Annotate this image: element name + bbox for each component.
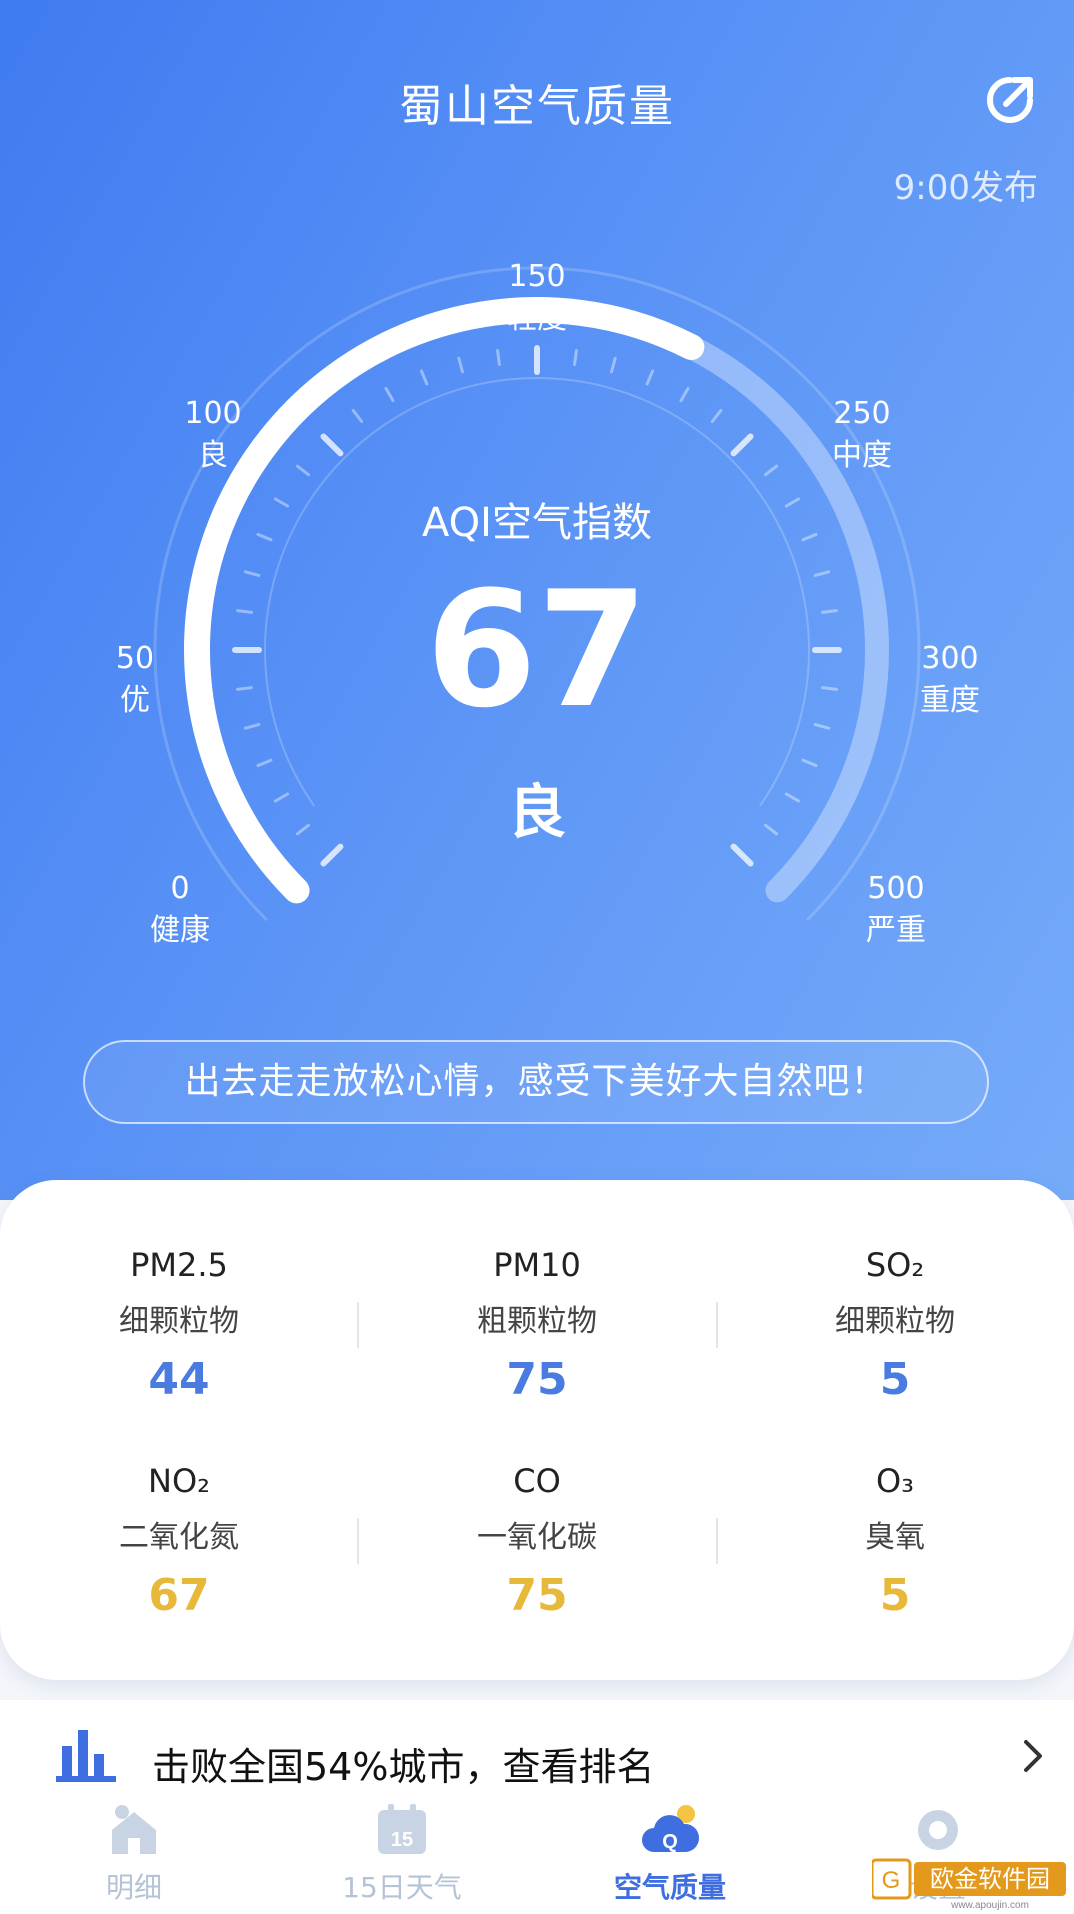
gauge-minor-tick <box>496 349 501 366</box>
chevron-right-icon <box>1024 1740 1042 1772</box>
pollutant-card: PM2.5 细颗粒物 44 PM10 粗颗粒物 75 SO₂ 细颗粒物 5 NO… <box>0 1180 1074 1680</box>
gauge-major-tick <box>320 843 344 867</box>
gauge-minor-tick <box>457 356 464 374</box>
pollutant-pm10[interactable]: PM10 粗颗粒物 75 <box>358 1246 716 1405</box>
watermark-logo: G 欧金软件园 www.apoujin.com <box>872 1858 1066 1910</box>
tip-banner: 出去走走放松心情，感受下美好大自然吧！ <box>83 1040 989 1124</box>
pollutant-pm25[interactable]: PM2.5 细颗粒物 44 <box>0 1246 358 1405</box>
gauge-minor-tick <box>419 369 429 386</box>
pollutant-co[interactable]: CO 一氧化碳 75 <box>358 1462 716 1621</box>
aqi-title: AQI空气指数 <box>422 500 652 546</box>
gauge-minor-tick <box>645 369 655 386</box>
svg-text:15: 15 <box>391 1829 413 1851</box>
gauge-minor-tick <box>679 386 690 403</box>
calendar-icon: 15 <box>378 1804 426 1854</box>
pollutant-no2[interactable]: NO₂ 二氧化氮 67 <box>0 1462 358 1621</box>
bar-chart-icon <box>56 1730 116 1782</box>
gauge-minor-tick <box>763 464 779 477</box>
svg-text:Q: Q <box>662 1831 678 1853</box>
pollutant-o3[interactable]: O₃ 臭氧 5 <box>716 1462 1074 1621</box>
gauge-major-tick <box>730 843 754 867</box>
gauge-label-250: 250 中度 <box>832 396 892 473</box>
gauge-label-500: 500 严重 <box>866 871 926 948</box>
pollutant-so2[interactable]: SO₂ 细颗粒物 5 <box>716 1246 1074 1405</box>
gauge-label-100: 100 良 <box>184 396 242 473</box>
gauge-label-0: 0 健康 <box>150 871 210 948</box>
watermark-url: www.apoujin.com <box>950 1900 1029 1910</box>
aqi-value: 67 <box>425 556 649 743</box>
gauge-major-tick <box>320 433 344 457</box>
tab-air-quality[interactable]: Q 空气质量 <box>536 1790 804 1914</box>
ranking-text: 击败全国54%城市，查看排名 <box>152 1745 655 1789</box>
aqi-level: 良 <box>507 778 566 846</box>
gauge-minor-tick <box>710 408 723 424</box>
air-quality-icon: Q <box>642 1805 700 1853</box>
gauge-minor-tick <box>384 386 395 403</box>
gauge-minor-tick <box>351 408 364 424</box>
gear-icon <box>918 1810 958 1850</box>
watermark-text: 欧金软件园 <box>930 1865 1050 1893</box>
gauge-major-tick <box>730 433 754 457</box>
gauge-minor-tick <box>295 464 311 477</box>
gauge-label-150: 150 轻度 <box>507 259 567 336</box>
svg-text:G: G <box>882 1867 901 1894</box>
tab-details[interactable]: 明细 <box>0 1790 268 1914</box>
gauge-minor-tick <box>610 356 617 374</box>
home-icon <box>112 1805 156 1854</box>
gauge-minor-tick <box>573 349 578 366</box>
tab-15day[interactable]: 15 15日天气 <box>268 1790 536 1914</box>
